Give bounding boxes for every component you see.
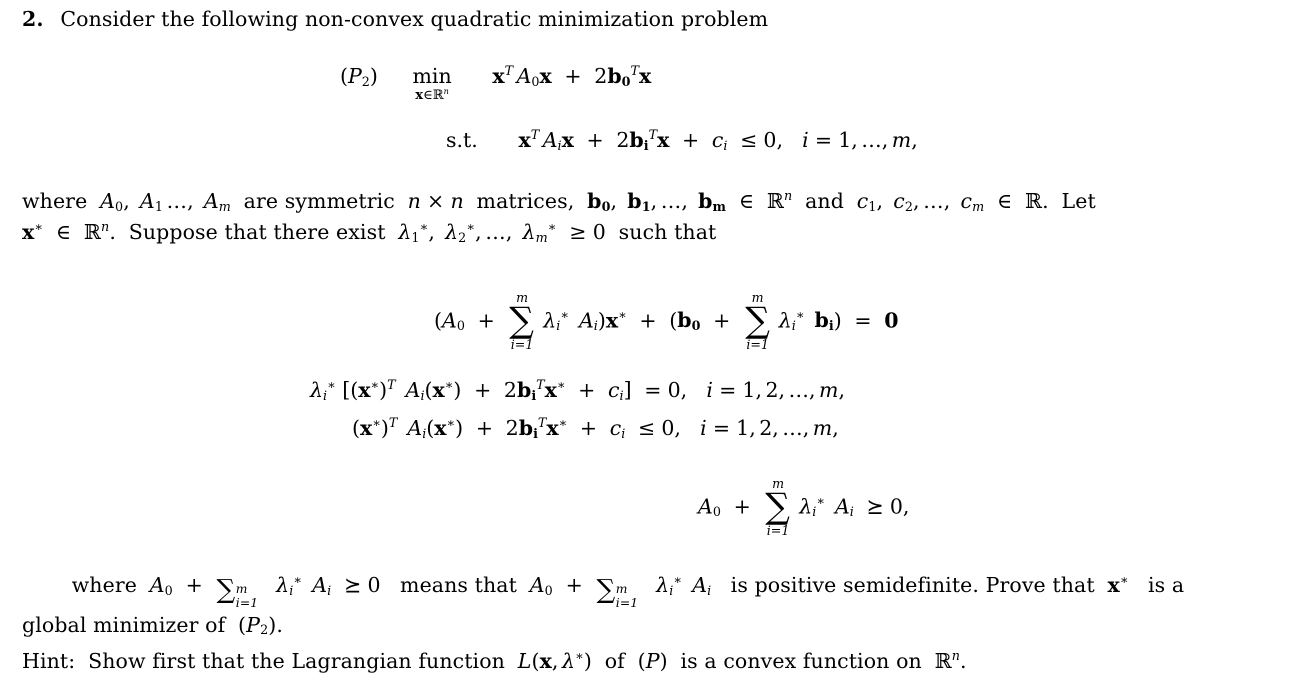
where-line-2: x∗ ∈ ℝn. Suppose that there exist λ1∗, λ… [22,219,717,245]
hint-domain: ℝn [934,648,961,673]
min-operator: min x∈ℝn [412,64,452,103]
problem-number: 2. [22,7,44,31]
where-paragraph: where A0, A1…, Am are symmetric n × n matr… [22,186,1294,248]
closing-is-a: is a [1147,573,1185,597]
constraint-display: s.t. xT Aix + 2biTx + ci ≤0, i = 1,…, m, [446,128,918,152]
closing-paragraph: where A0 + ∑ m i=1 λi∗ Ai ⪰ 0 means that A0… [22,570,1294,641]
optimization-problem-display: (P2) min x∈ℝn xT A0x + 2b0Tx [340,64,651,102]
hint-paragraph: Hint: Show first that the Lagrangian fun… [22,646,1294,677]
closing-global-minimizer: global minimizer of [22,612,226,637]
subject-to-label: s.t. [446,128,478,152]
summation-operator: m ∑ i=1 [745,289,770,352]
lagrangian-expression: L(x, λ∗) [517,648,592,673]
kkt-complementary-slackness-display: λi∗ [(x∗)T Ai(x∗) + 2biTx∗ + ci] = 0, i = 1… [310,377,846,403]
hint-period: . [960,649,967,673]
closing-period: . [276,612,283,637]
kkt-primal-feasibility-display: (x∗)T Ai(x∗) + 2biTx∗ + ci ≤0, i = 1, 2,…, m… [352,415,839,441]
closing-where-word: where [71,573,137,597]
problem-intro-text: Consider the following non-convex quadra… [60,7,769,31]
objective-expression: xT A0x + 2b0Tx [492,63,652,89]
inline-summation: ∑ m i=1 [216,574,259,610]
hint-text-c: is a convex function on [680,649,922,673]
inline-summation: ∑ m i=1 [596,574,639,610]
constraint-expression: xT Aix + 2biTx + ci ≤0, i = 1,…, m, [518,127,918,153]
where-line-1: where A0, A1…, Am are symmetric n × n matr… [22,188,1096,214]
document-page: 2. Consider the following non-convex qua… [0,0,1305,691]
summation-operator: m ∑ i=1 [509,289,535,352]
problem-label: (P2) [340,64,378,89]
closing-psd-phrase: is positive semidefinite. Prove that [730,573,1095,597]
hint-label: Hint: [22,649,76,673]
kkt-psd-condition-display: A0 + m ∑ i=1 λi∗ Ai ⪰ 0, [698,475,910,538]
kkt-stationarity-display: (A0 + m ∑ i=1 λi∗ Ai)x∗ + (b0 + m ∑ i=1 … [434,289,899,352]
hint-text-a: Show first that the Lagrangian function [88,649,505,673]
hint-text-b: of [604,649,625,673]
hint-problem-ref: (P) [637,649,668,673]
summation-operator: m ∑ i=1 [765,475,791,538]
closing-line-1: where A0 + ∑ m i=1 λi∗ Ai ⪰ 0 means that A0… [22,570,1294,610]
closing-means-that: means that [400,573,517,597]
closing-line-2: global minimizer of (P2). [22,610,1294,641]
problem-intro-line: 2. Consider the following non-convex qua… [22,4,1292,35]
problem-reference: (P2) [238,612,277,638]
